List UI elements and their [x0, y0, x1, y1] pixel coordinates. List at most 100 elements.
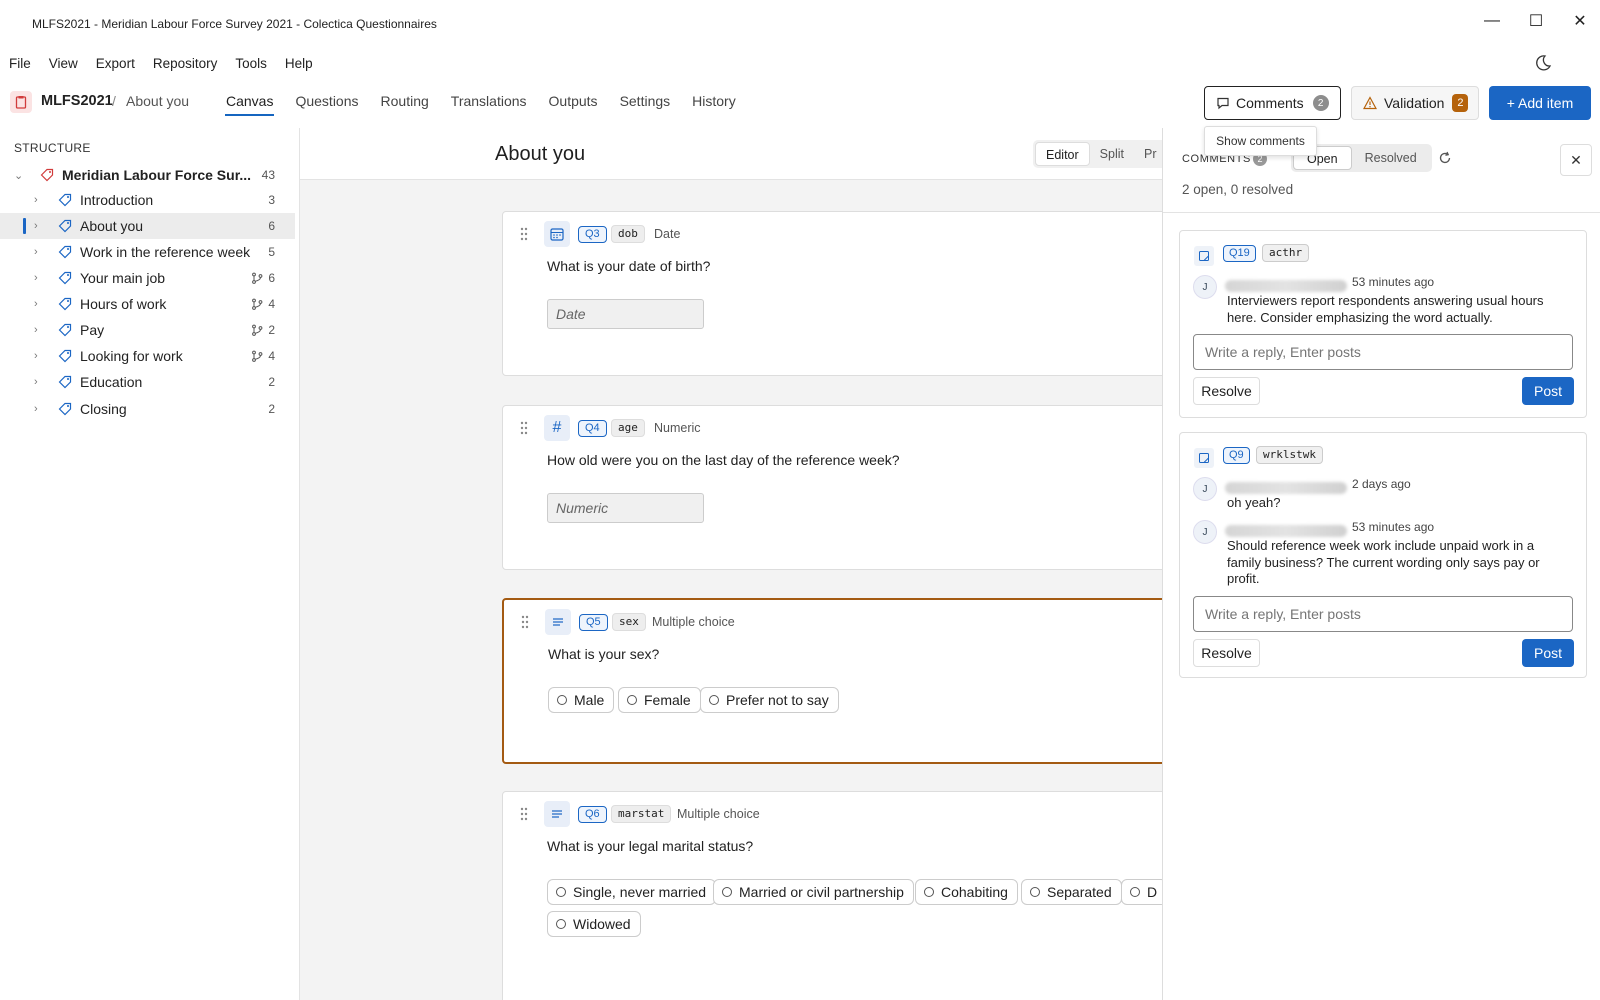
resolve-button[interactable]: Resolve: [1193, 639, 1260, 667]
thread-question-number[interactable]: Q9: [1223, 447, 1250, 464]
tag-icon: [58, 193, 72, 207]
sidebar-item-work-reference-week[interactable]: › Work in the reference week 5: [0, 239, 295, 265]
sidebar-item-closing[interactable]: › Closing 2: [0, 396, 295, 422]
avatar: J: [1193, 477, 1217, 501]
sidebar-item-your-main-job[interactable]: › Your main job 6: [0, 265, 295, 291]
chevron-right-icon[interactable]: ›: [34, 220, 46, 232]
menu-view[interactable]: View: [49, 56, 78, 71]
sidebar-item-looking-for-work[interactable]: › Looking for work 4: [0, 343, 295, 369]
minimize-button[interactable]: —: [1472, 6, 1512, 36]
sidebar-item-pay[interactable]: › Pay 2: [0, 317, 295, 343]
menu-file[interactable]: File: [9, 56, 31, 71]
tag-icon: [58, 349, 72, 363]
add-item-button[interactable]: + Add item: [1489, 86, 1591, 120]
question-text[interactable]: How old were you on the last day of the …: [547, 452, 900, 468]
question-card[interactable]: # Q4 age Numeric How old were you on the…: [502, 405, 1162, 570]
nav-tabs: Canvas Questions Routing Translations Ou…: [215, 78, 747, 128]
close-window-button[interactable]: ✕: [1560, 6, 1600, 36]
choice-option[interactable]: Single, never married: [547, 879, 717, 905]
warning-icon: [1363, 96, 1377, 110]
comments-button[interactable]: Comments 2: [1204, 86, 1341, 120]
sidebar-item-education[interactable]: › Education 2: [0, 369, 295, 395]
drag-handle-icon[interactable]: [519, 226, 529, 242]
breadcrumb-root[interactable]: MLFS2021: [41, 93, 113, 109]
chevron-down-icon[interactable]: ⌄: [14, 169, 26, 182]
question-card-selected[interactable]: Q5 sex Multiple choice What is your sex?…: [502, 598, 1162, 764]
sidebar-item-hours-of-work[interactable]: › Hours of work 4: [0, 291, 295, 317]
thread-question-number[interactable]: Q19: [1223, 245, 1256, 262]
reply-input[interactable]: [1193, 334, 1573, 370]
question-card[interactable]: Q6 marstat Multiple choice What is your …: [502, 791, 1162, 1000]
choice-label: D: [1147, 884, 1158, 900]
tree-root[interactable]: ⌄ Meridian Labour Force Sur... 43: [0, 162, 295, 188]
drag-handle-icon[interactable]: [520, 614, 530, 630]
chevron-right-icon[interactable]: ›: [34, 376, 46, 388]
menu-tools[interactable]: Tools: [235, 56, 267, 71]
calendar-icon: [544, 221, 570, 247]
tab-settings[interactable]: Settings: [609, 78, 682, 128]
sidebar-item-introduction[interactable]: › Introduction 3: [0, 187, 295, 213]
drag-handle-icon[interactable]: [519, 806, 529, 822]
variable-name: dob: [611, 225, 645, 243]
tag-icon: [58, 271, 72, 285]
tab-canvas[interactable]: Canvas: [215, 78, 284, 128]
tab-history[interactable]: History: [681, 78, 747, 128]
comments-panel: COMMENTS 2 Open Resolved ✕ 2 open, 0 res…: [1162, 128, 1600, 1000]
question-text[interactable]: What is your date of birth?: [547, 258, 710, 274]
view-preview[interactable]: Pr: [1134, 142, 1162, 166]
choice-label: Married or civil partnership: [739, 884, 904, 900]
sidebar-item-label: Pay: [80, 322, 105, 338]
numeric-answer-field[interactable]: Numeric: [547, 493, 704, 523]
chevron-right-icon[interactable]: ›: [34, 350, 46, 362]
close-panel-button[interactable]: ✕: [1560, 144, 1592, 176]
reply-input[interactable]: [1193, 596, 1573, 632]
menu-export[interactable]: Export: [96, 56, 135, 71]
tab-questions[interactable]: Questions: [284, 78, 369, 128]
view-editor[interactable]: Editor: [1035, 142, 1090, 166]
question-card[interactable]: Q3 dob Date What is your date of birth? …: [502, 211, 1162, 376]
question-text[interactable]: What is your legal marital status?: [547, 838, 753, 854]
breadcrumb-separator: /: [112, 93, 116, 109]
choice-option[interactable]: Female: [618, 687, 701, 713]
question-text[interactable]: What is your sex?: [548, 646, 659, 662]
resolve-button[interactable]: Resolve: [1193, 377, 1260, 405]
menu-help[interactable]: Help: [285, 56, 313, 71]
tab-translations[interactable]: Translations: [440, 78, 538, 128]
chevron-right-icon[interactable]: ›: [34, 194, 46, 206]
validation-button[interactable]: Validation 2: [1351, 86, 1479, 120]
post-button[interactable]: Post: [1522, 639, 1574, 667]
chevron-right-icon[interactable]: ›: [34, 298, 46, 310]
chevron-right-icon[interactable]: ›: [34, 272, 46, 284]
sidebar-item-count: 4: [268, 349, 275, 363]
choice-option[interactable]: Prefer not to say: [700, 687, 839, 713]
view-split[interactable]: Split: [1090, 142, 1134, 166]
choice-option[interactable]: Married or civil partnership: [713, 879, 914, 905]
sidebar-item-count: 3: [268, 193, 275, 207]
tag-icon: [58, 245, 72, 259]
question-type: Date: [654, 227, 681, 241]
sidebar-item-count: 6: [268, 271, 275, 285]
tab-outputs[interactable]: Outputs: [538, 78, 609, 128]
sidebar-item-count: 6: [268, 219, 275, 233]
chevron-right-icon[interactable]: ›: [34, 324, 46, 336]
choice-option[interactable]: Widowed: [547, 911, 641, 937]
choice-option[interactable]: Male: [548, 687, 615, 713]
sidebar-heading: STRUCTURE: [14, 141, 91, 155]
tab-routing[interactable]: Routing: [370, 78, 440, 128]
menu-repository[interactable]: Repository: [153, 56, 218, 71]
post-button[interactable]: Post: [1522, 377, 1574, 405]
choice-option[interactable]: Separated: [1021, 879, 1122, 905]
question-number: Q4: [578, 420, 607, 437]
refresh-icon[interactable]: [1438, 151, 1452, 165]
chevron-right-icon[interactable]: ›: [34, 403, 46, 415]
comment-thread: Q9 wrklstwk J 2 days ago oh yeah? J 53 m…: [1179, 432, 1587, 678]
filter-resolved[interactable]: Resolved: [1352, 146, 1430, 170]
choice-option[interactable]: D: [1121, 879, 1162, 905]
choice-option[interactable]: Cohabiting: [915, 879, 1018, 905]
maximize-button[interactable]: ☐: [1516, 6, 1556, 36]
moon-icon[interactable]: [1534, 54, 1552, 72]
drag-handle-icon[interactable]: [519, 420, 529, 436]
date-answer-field[interactable]: Date: [547, 299, 704, 329]
sidebar-item-about-you[interactable]: › About you 6: [0, 213, 295, 239]
chevron-right-icon[interactable]: ›: [34, 246, 46, 258]
